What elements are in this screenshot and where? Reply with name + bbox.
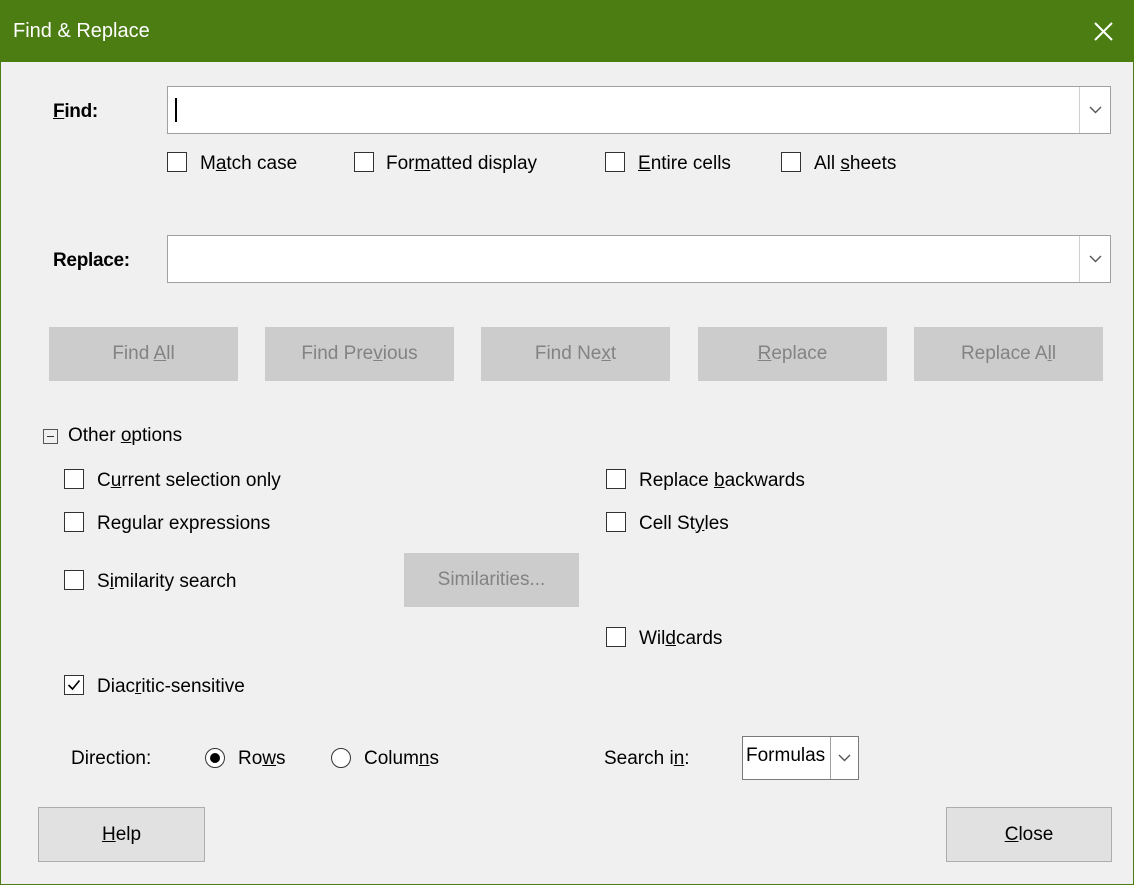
- dialog-title: Find & Replace: [13, 20, 150, 42]
- collapse-icon[interactable]: [43, 429, 58, 444]
- match-case-checkbox[interactable]: [167, 152, 187, 172]
- find-input[interactable]: [168, 87, 1068, 133]
- columns-label[interactable]: Columns: [364, 748, 439, 770]
- text-cursor: [175, 98, 177, 122]
- wildcards-label[interactable]: Wildcards: [639, 628, 722, 650]
- radio-selected-dot: [210, 753, 220, 763]
- title-bar[interactable]: Find & Replace: [1, 0, 1134, 62]
- find-combobox[interactable]: [167, 86, 1111, 134]
- chevron-down-icon: [838, 754, 851, 762]
- all-sheets-label[interactable]: All sheets: [814, 153, 896, 175]
- rows-radio[interactable]: [205, 748, 225, 768]
- replace-combobox[interactable]: [167, 235, 1111, 283]
- cell-styles-label[interactable]: Cell Styles: [639, 513, 729, 535]
- replace-dropdown-button[interactable]: [1079, 236, 1110, 282]
- search-in-label: Search in:: [604, 748, 690, 769]
- replace-backwards-checkbox[interactable]: [606, 469, 626, 489]
- find-previous-button[interactable]: Find Previous: [265, 327, 454, 381]
- chevron-down-icon: [1089, 106, 1102, 114]
- diacritic-sensitive-checkbox[interactable]: [64, 675, 84, 695]
- search-in-value: Formulas: [746, 745, 826, 766]
- find-next-button[interactable]: Find Next: [481, 327, 670, 381]
- rows-label[interactable]: Rows: [238, 748, 286, 770]
- replace-all-button[interactable]: Replace All: [914, 327, 1103, 381]
- help-button[interactable]: Help: [38, 807, 205, 862]
- match-case-label[interactable]: Match case: [200, 153, 297, 175]
- replace-backwards-label[interactable]: Replace backwards: [639, 470, 805, 492]
- diacritic-sensitive-label[interactable]: Diacritic-sensitive: [97, 676, 245, 698]
- regular-expressions-checkbox[interactable]: [64, 512, 84, 532]
- replace-label: Replace:: [53, 250, 130, 271]
- all-sheets-checkbox[interactable]: [781, 152, 801, 172]
- chevron-down-icon: [1089, 255, 1102, 263]
- similarities-button[interactable]: Similarities...: [404, 553, 579, 607]
- wildcards-checkbox[interactable]: [606, 627, 626, 647]
- find-all-button[interactable]: Find All: [49, 327, 238, 381]
- entire-cells-label[interactable]: Entire cells: [638, 153, 731, 175]
- regular-expressions-label[interactable]: Regular expressions: [97, 513, 270, 535]
- find-dropdown-button[interactable]: [1079, 87, 1110, 133]
- cell-styles-checkbox[interactable]: [606, 512, 626, 532]
- formatted-display-label[interactable]: Formatted display: [386, 153, 537, 175]
- search-in-dropdown-button[interactable]: [830, 737, 858, 779]
- current-selection-only-label[interactable]: Current selection only: [97, 470, 281, 492]
- checkmark-icon: [67, 679, 81, 691]
- formatted-display-checkbox[interactable]: [354, 152, 374, 172]
- window-close-button[interactable]: [1073, 0, 1134, 62]
- other-options-expander[interactable]: Other options: [68, 425, 182, 447]
- columns-radio[interactable]: [331, 748, 351, 768]
- entire-cells-checkbox[interactable]: [605, 152, 625, 172]
- current-selection-only-checkbox[interactable]: [64, 469, 84, 489]
- direction-label: Direction:: [71, 748, 152, 769]
- replace-input[interactable]: [168, 236, 1068, 282]
- similarity-search-checkbox[interactable]: [64, 570, 84, 590]
- replace-button[interactable]: Replace: [698, 327, 887, 381]
- close-button[interactable]: Close: [946, 807, 1112, 862]
- find-label: Find:: [53, 101, 98, 122]
- find-replace-dialog: Find & Replace Find: Match case Formatte…: [0, 0, 1134, 885]
- search-in-select[interactable]: Formulas: [742, 736, 859, 780]
- similarity-search-label[interactable]: Similarity search: [97, 571, 236, 593]
- close-icon: [1094, 22, 1113, 41]
